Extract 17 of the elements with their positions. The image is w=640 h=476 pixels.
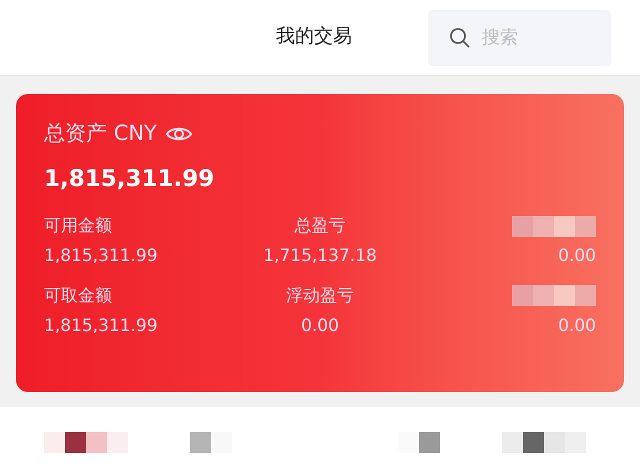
- page-title: 我的交易: [276, 24, 352, 49]
- stat-value: 1,715,137.18: [263, 245, 377, 268]
- stat-value: 0.00: [558, 245, 596, 268]
- stat-value: 1,815,311.99: [44, 314, 158, 338]
- stat-value: 0.00: [301, 314, 339, 338]
- stat-label: 可取金额: [44, 284, 112, 308]
- search-icon: [448, 26, 472, 50]
- mosaic-drawing: [398, 432, 440, 453]
- stat-label: 可用金额: [44, 215, 112, 238]
- stat-label: 总盈亏: [294, 215, 346, 238]
- total-assets-amount: 1,815,311.99: [44, 164, 216, 194]
- total-assets-label: 总资产 CNY: [44, 120, 157, 147]
- stat-value: 0.00: [558, 314, 596, 338]
- search-field[interactable]: 搜索: [428, 10, 611, 66]
- mosaic-drawing: [190, 432, 232, 453]
- stat-value: 1,815,311.99: [44, 245, 158, 268]
- stat-label: 浮动盈亏: [286, 284, 354, 308]
